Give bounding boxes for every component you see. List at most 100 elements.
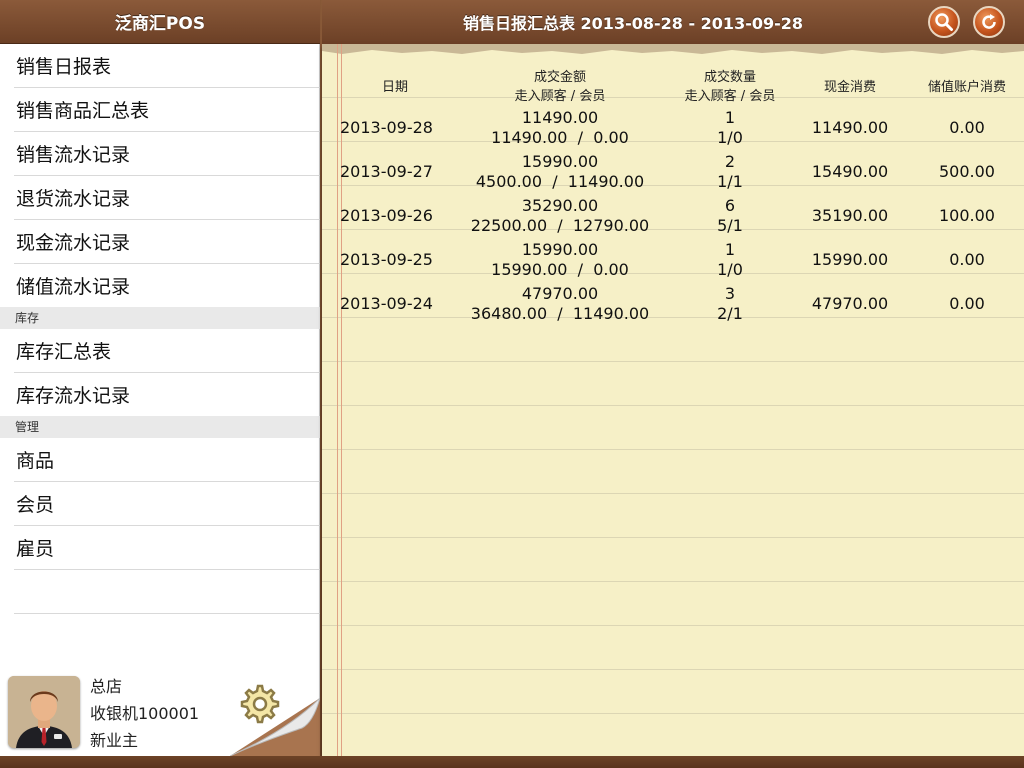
sidebar-item-employees[interactable]: 雇员 [14,526,320,570]
amount-split: 15990.00 / 0.00 [491,260,629,279]
table-row[interactable]: 2013-09-24 47970.00 36480.00 / 11490.00 3… [340,282,1024,326]
report-table: 日期 成交金额 走入顾客 / 会员 成交数量 走入顾客 / 会员 现金消费 储值… [340,64,1024,326]
page-curl[interactable] [229,697,320,756]
bottom-bar [0,756,1024,768]
column-header-cash[interactable]: 现金消费 [790,64,910,106]
sidebar-item-label: 商品 [16,450,55,472]
sidebar-item-product-summary[interactable]: 销售商品汇总表 [14,88,320,132]
sidebar-item-members[interactable]: 会员 [14,482,320,526]
amount-split: 36480.00 / 11490.00 [470,304,650,323]
sidebar: 销售日报表 销售商品汇总表 销售流水记录 退货流水记录 现金流水记录 储值流水记… [0,44,320,756]
sidebar-title-bar: 泛商汇POS [0,0,320,44]
cell-cash: 15490.00 [811,162,889,181]
report-title: 销售日报汇总表 2013-08-28 - 2013-09-28 [462,14,804,33]
column-header-label: 成交数量 [703,70,756,85]
sidebar-item-products[interactable]: 商品 [14,438,320,482]
margin-line [337,44,338,756]
quantity-total: 1 [724,108,736,127]
quantity-total: 2 [724,152,736,171]
sidebar-item-stored-value-log[interactable]: 储值流水记录 [14,264,320,307]
user-footer: 总店 收银机100001 新业主 [0,656,320,756]
cell-stored-value: 0.00 [949,250,985,269]
quantity-split: 1/1 [717,172,743,191]
refresh-icon [982,14,996,29]
column-header-sublabel: 走入顾客 / 会员 [514,89,606,104]
cell-amount: 47970.00 36480.00 / 11490.00 [450,282,670,326]
amount-total: 47970.00 [521,284,599,303]
torn-edge [322,44,1024,54]
amount-total: 15990.00 [521,240,599,259]
amount-split: 22500.00 / 12790.00 [470,216,650,235]
section-header-inventory: 库存 [0,307,320,329]
sidebar-item-label: 雇员 [16,538,55,560]
table-row[interactable]: 2013-09-25 15990.00 15990.00 / 0.00 1 1/0 … [340,238,1024,282]
report-title-bar: 销售日报汇总表 2013-08-28 - 2013-09-28 [322,0,1024,44]
amount-total: 15990.00 [521,152,599,171]
table-row[interactable]: 2013-09-27 15990.00 4500.00 / 11490.00 21… [340,150,1024,194]
column-header-label: 成交金额 [533,70,586,85]
sidebar-item-returns-log[interactable]: 退货流水记录 [14,176,320,220]
sidebar-item-inventory-log[interactable]: 库存流水记录 [14,373,320,416]
sidebar-item-label: 储值流水记录 [16,276,131,298]
sidebar-item-inventory-summary[interactable]: 库存汇总表 [14,329,320,373]
cell-cash: 47970.00 [811,294,889,313]
search-button[interactable] [928,6,960,38]
cell-quantity: 6 5/1 [670,194,790,238]
store-name: 总店 [90,677,123,696]
sidebar-item-label: 销售流水记录 [16,144,131,166]
amount-split: 11490.00 / 0.00 [491,128,629,147]
user-role: 新业主 [90,731,139,750]
amount-split: 4500.00 / 11490.00 [475,172,645,191]
cell-cash: 15990.00 [811,250,889,269]
amount-total: 11490.00 [521,108,599,127]
cell-stored-value: 0.00 [949,118,985,137]
cell-stored-value: 0.00 [949,294,985,313]
cell-date: 2013-09-28 [340,118,433,137]
sidebar-item-label: 库存汇总表 [16,341,112,363]
cell-date: 2013-09-25 [340,250,433,269]
amount-total: 35290.00 [521,196,599,215]
sidebar-item-label: 退货流水记录 [16,188,131,210]
cell-amount: 15990.00 15990.00 / 0.00 [450,238,670,282]
cell-quantity: 3 2/1 [670,282,790,326]
cell-quantity: 1 1/0 [670,106,790,150]
cell-amount: 35290.00 22500.00 / 12790.00 [450,194,670,238]
sidebar-item-sales-log[interactable]: 销售流水记录 [14,132,320,176]
column-header-sublabel: 走入顾客 / 会员 [684,89,776,104]
search-icon [935,13,953,31]
user-info: 总店 收银机100001 新业主 [90,673,199,754]
quantity-split: 1/0 [717,260,743,279]
column-header-amount[interactable]: 成交金额 走入顾客 / 会员 [450,64,670,106]
app-title: 泛商汇POS [114,14,206,34]
cell-cash: 11490.00 [811,118,889,137]
sidebar-item-label: 库存流水记录 [16,385,131,407]
cell-quantity: 2 1/1 [670,150,790,194]
quantity-split: 2/1 [717,304,743,323]
column-header-date[interactable]: 日期 [340,64,450,106]
column-header-quantity[interactable]: 成交数量 走入顾客 / 会员 [670,64,790,106]
sidebar-empty-row [14,570,320,614]
report-notepad: 日期 成交金额 走入顾客 / 会员 成交数量 走入顾客 / 会员 现金消费 储值… [322,44,1024,756]
sidebar-item-daily-report[interactable]: 销售日报表 [14,44,320,88]
cell-amount: 15990.00 4500.00 / 11490.00 [450,150,670,194]
quantity-total: 3 [724,284,736,303]
refresh-button[interactable] [973,6,1005,38]
sidebar-item-label: 会员 [16,494,55,516]
column-header-stored-value[interactable]: 储值账户消费 [910,64,1024,106]
quantity-total: 6 [724,196,736,215]
table-row[interactable]: 2013-09-26 35290.00 22500.00 / 12790.00 6… [340,194,1024,238]
cell-date: 2013-09-27 [340,162,433,181]
cell-stored-value: 100.00 [939,206,995,225]
cell-amount: 11490.00 11490.00 / 0.00 [450,106,670,150]
section-header-management: 管理 [0,416,320,438]
quantity-split: 5/1 [717,216,743,235]
cell-stored-value: 500.00 [939,162,995,181]
cell-date: 2013-09-26 [340,206,433,225]
table-row[interactable]: 2013-09-28 11490.00 11490.00 / 0.00 1 1/0 … [340,106,1024,150]
cell-date: 2013-09-24 [340,294,433,313]
avatar[interactable] [8,676,80,748]
cell-quantity: 1 1/0 [670,238,790,282]
sidebar-item-label: 销售商品汇总表 [16,100,150,122]
sidebar-item-cash-log[interactable]: 现金流水记录 [14,220,320,264]
sidebar-item-label: 销售日报表 [16,56,112,78]
